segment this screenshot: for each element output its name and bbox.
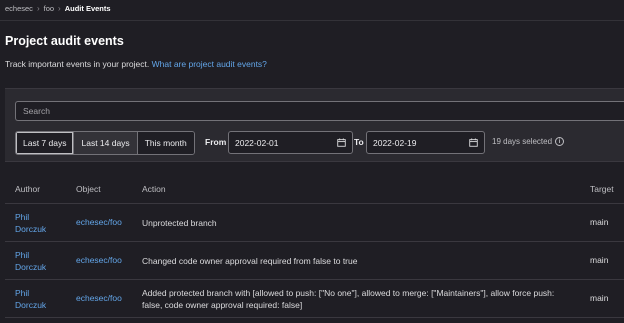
from-date-input[interactable]: 2022-02-01 [228, 131, 353, 154]
breadcrumb-current[interactable]: Audit Events [65, 4, 111, 13]
table-row: Phil Dorczuk echesec/foo Changed code ow… [5, 242, 624, 280]
chevron-right-icon: › [58, 3, 61, 13]
action-text: Added protected branch with [allowed to … [142, 288, 555, 310]
from-date-value: 2022-02-01 [235, 137, 279, 148]
filter-panel: Search Last 7 days Last 14 days This mon… [5, 88, 624, 162]
search-placeholder: Search [23, 106, 50, 116]
action-text: Changed code owner approval required fro… [142, 256, 358, 266]
breadcrumb-foo[interactable]: foo [44, 4, 54, 13]
column-author: Author [15, 184, 41, 194]
author-link[interactable]: Phil Dorczuk [15, 287, 55, 311]
table-header: Author Object Action Target [5, 172, 624, 204]
page-description: Track important events in your project. … [5, 59, 267, 69]
object-link[interactable]: echesec/foo [76, 217, 122, 227]
description-text: Track important events in your project. [5, 59, 150, 69]
table-row: Phil Dorczuk echesec/foo Unprotected bra… [5, 204, 624, 242]
days-selected-text: 19 days selected [492, 137, 553, 146]
last-14-days-button[interactable]: Last 14 days [74, 132, 138, 154]
calendar-icon[interactable] [469, 138, 478, 147]
object-link[interactable]: echesec/foo [76, 255, 122, 265]
author-link[interactable]: Phil Dorczuk [15, 211, 55, 235]
days-selected: 19 days selected i [492, 137, 565, 146]
search-input[interactable]: Search [15, 101, 624, 121]
from-label: From [205, 137, 227, 147]
calendar-icon[interactable] [337, 138, 346, 147]
author-link[interactable]: Phil Dorczuk [15, 249, 55, 273]
page-title: Project audit events [5, 34, 124, 48]
to-label: To [354, 137, 364, 147]
last-7-days-button[interactable]: Last 7 days [16, 132, 75, 154]
target-text: main [590, 217, 609, 227]
date-range-shortcuts: Last 7 days Last 14 days This month [15, 131, 195, 155]
column-action: Action [142, 184, 166, 194]
to-date-input[interactable]: 2022-02-19 [366, 131, 485, 154]
breadcrumb-echesec[interactable]: echesec [5, 4, 33, 13]
target-text: main [590, 293, 609, 303]
to-date-value: 2022-02-19 [373, 137, 417, 148]
column-target: Target [590, 184, 614, 194]
object-link[interactable]: echesec/foo [76, 293, 122, 303]
help-link[interactable]: What are project audit events? [152, 59, 267, 69]
audit-events-table: Author Object Action Target Phil Dorczuk… [5, 172, 624, 318]
this-month-button[interactable]: This month [137, 132, 194, 154]
info-icon[interactable]: i [555, 137, 565, 146]
target-text: main [590, 255, 609, 265]
column-object: Object [76, 184, 101, 194]
breadcrumb: echesec › foo › Audit Events [5, 3, 111, 13]
header-divider [0, 20, 624, 21]
action-text: Unprotected branch [142, 218, 217, 228]
chevron-right-icon: › [36, 3, 40, 13]
table-row: Phil Dorczuk echesec/foo Added protected… [5, 280, 624, 318]
